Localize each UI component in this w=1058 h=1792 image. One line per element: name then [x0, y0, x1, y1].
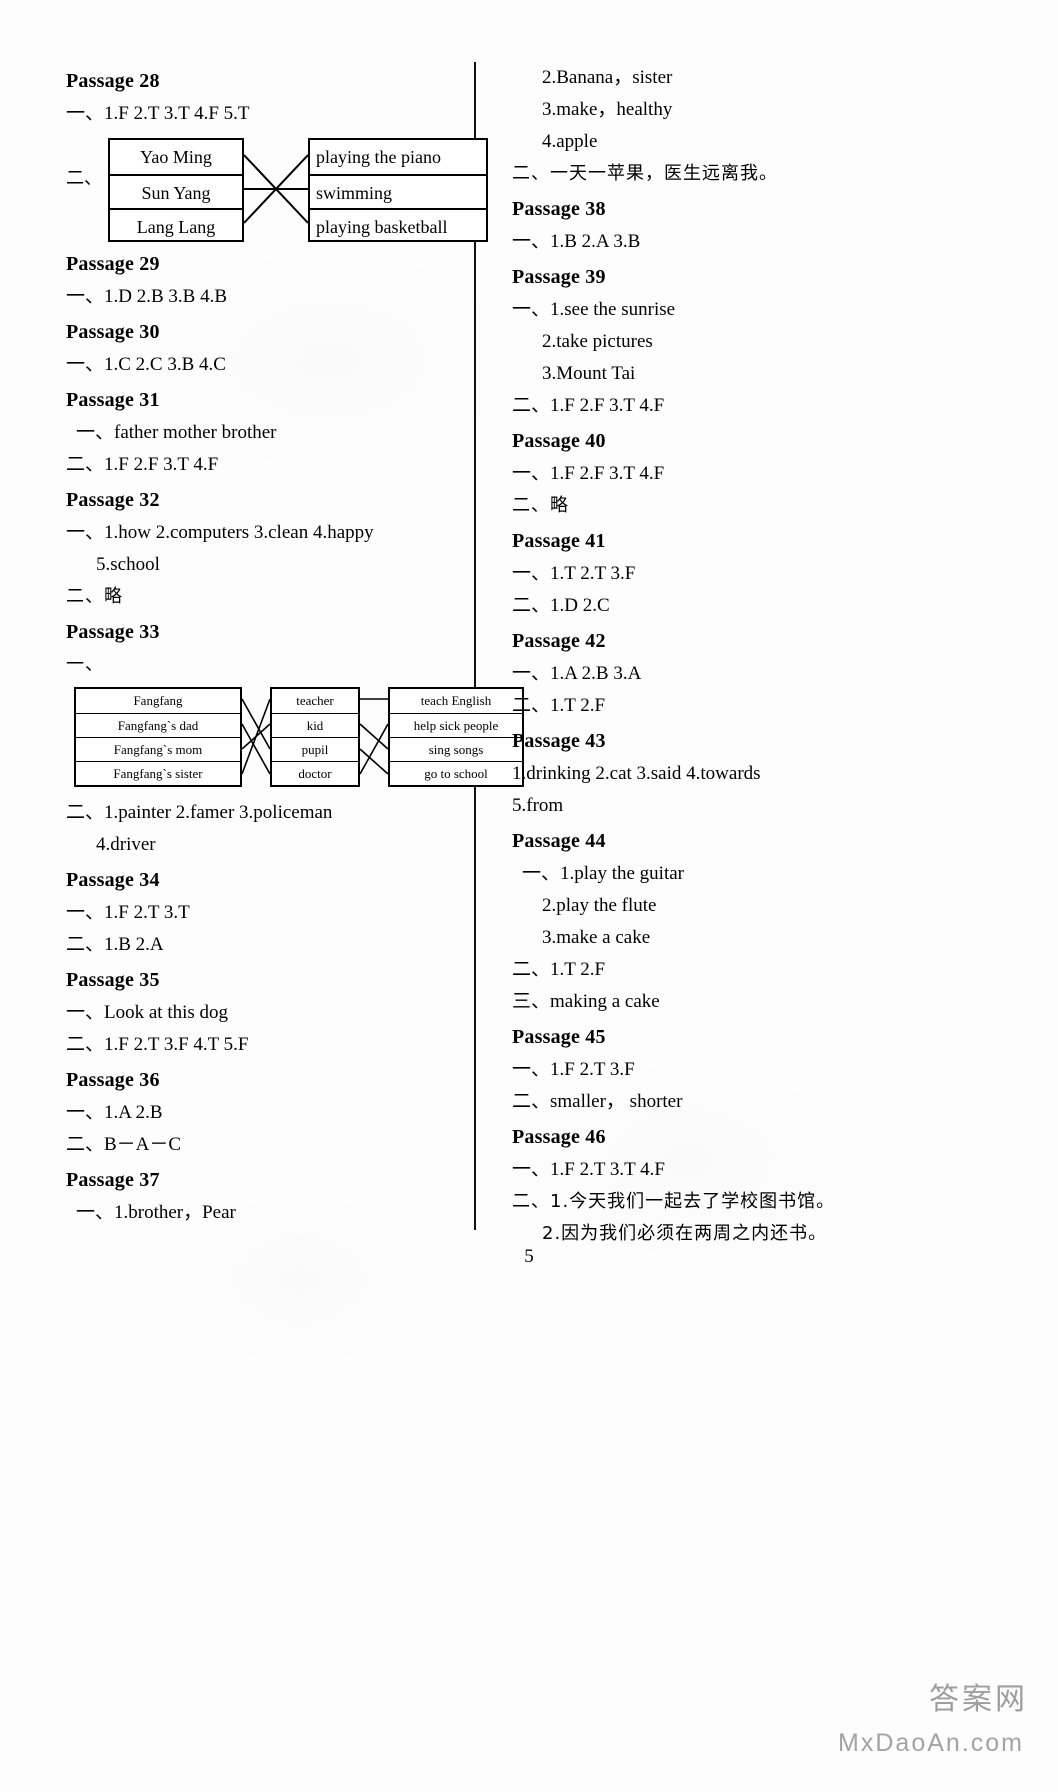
answer-line: 5.school [96, 554, 160, 575]
answer-line: 二、略 [66, 586, 123, 607]
matching-item: Sun Yang [110, 174, 242, 208]
passage-title: Passage 44 [512, 830, 606, 852]
answer-line: 一、1.F 2.T 3.F [512, 1059, 635, 1080]
watermark-latin: MxDaoAn.com [838, 1729, 1024, 1757]
matching-item: playing basketball [310, 208, 486, 242]
answer-line: 一、1.D 2.B 3.B 4.B [66, 286, 227, 307]
answer-line: 二、1.今天我们一起去了学校图书馆。 [512, 1191, 836, 1212]
matching-item: teacher [296, 693, 334, 708]
answer-line: 二、1.painter 2.famer 3.policeman [66, 802, 333, 823]
answer-line: 二、smaller， shorter [512, 1091, 683, 1112]
answer-line: 一、1.T 2.T 3.F [512, 563, 636, 584]
passage-title: Passage 35 [66, 969, 160, 991]
answer-line: 2.Banana，sister [542, 67, 673, 88]
answer-line: 3.make a cake [542, 927, 651, 948]
page-sheet: Passage 28 一、1.F 2.T 3.T 4.F 5.T 二、 Yao … [0, 0, 1058, 1792]
answer-line: 一、1.B 2.A 3.B [512, 231, 641, 252]
answer-line: 二、1.F 2.T 3.F 4.T 5.F [66, 1034, 249, 1055]
answer-line: 二、1.T 2.F [512, 959, 606, 980]
matching-item: pupil [272, 737, 358, 761]
matching-right-column: playing the piano swimming playing baske… [308, 138, 488, 242]
matching-column-one: Fangfang Fangfang`s dad Fangfang`s mom F… [74, 687, 242, 787]
answer-line: 1.drinking 2.cat 3.said 4.towards [512, 763, 761, 784]
matching-item: teach English [420, 693, 492, 708]
passage-title: Passage 32 [66, 489, 160, 511]
passage-title: Passage 38 [512, 198, 606, 220]
passage-title: Passage 42 [512, 630, 606, 652]
passage-title: Passage 29 [66, 253, 160, 275]
matching-diagram-label: 二、 [66, 168, 102, 189]
passage-title: Passage 40 [512, 430, 606, 452]
passage-title: Passage 36 [66, 1069, 160, 1091]
matching-item: Fangfang [133, 693, 183, 708]
matching-item: sing songs [390, 737, 522, 761]
matching-column-two: teacher kid pupil doctor [270, 687, 360, 787]
answer-line: 一、father mother brother [76, 422, 277, 443]
answer-line: 一、1.brother，Pear [76, 1202, 236, 1223]
passage-title: Passage 41 [512, 530, 606, 552]
answer-line: 一、1.see the sunrise [512, 299, 676, 320]
answer-line: 4.driver [96, 834, 156, 855]
matching-item: go to school [390, 761, 522, 785]
page-number: 5 [524, 1246, 534, 1267]
matching-item: Lang Lang [110, 208, 242, 242]
answer-line: 二、1.B 2.A [66, 934, 164, 955]
matching-connector-lines [244, 154, 308, 224]
answer-line: 一、1.A 2.B [66, 1102, 163, 1123]
matching-item: Fangfang`s mom [76, 737, 240, 761]
answer-line: 2.play the flute [542, 895, 657, 916]
answer-line: 一、1.F 2.F 3.T 4.F [512, 463, 665, 484]
passage-title: Passage 39 [512, 266, 606, 288]
answer-line: 一、1.F 2.T 3.T [66, 902, 190, 923]
answer-line: 一、1.F 2.T 3.T 4.F [512, 1159, 665, 1180]
answer-line: 一、 [66, 654, 104, 675]
answer-line: 二、B－A－C [66, 1134, 182, 1155]
answer-line: 3.Mount Tai [542, 363, 636, 384]
matching-item: doctor [272, 761, 358, 785]
watermark-cjk: 答案网 [929, 1682, 1028, 1717]
answer-line: 5.from [512, 795, 564, 816]
passage-title: Passage 33 [66, 621, 160, 643]
passage-title: Passage 45 [512, 1026, 606, 1048]
answer-line: 二、1.F 2.F 3.T 4.F [66, 454, 219, 475]
answer-line: 一、1.play the guitar [522, 863, 684, 884]
answer-line: 一、1.A 2.B 3.A [512, 663, 642, 684]
answer-line: 二、一天一苹果，医生远离我。 [512, 163, 778, 184]
matching-item: Fangfang`s dad [76, 713, 240, 737]
passage-title: Passage 34 [66, 869, 160, 891]
answer-line: 三、making a cake [512, 991, 660, 1012]
answer-line: 一、1.how 2.computers 3.clean 4.happy [66, 522, 374, 543]
passage-title: Passage 31 [66, 389, 160, 411]
answer-line: 一、1.F 2.T 3.T 4.F 5.T [66, 103, 250, 124]
passage-title: Passage 28 [66, 70, 160, 92]
matching-connector-lines-b [360, 698, 388, 775]
matching-connector-lines-a [242, 698, 270, 775]
answer-line: 2.take pictures [542, 331, 653, 352]
right-column: 2.Banana，sister 3.make，healthy 4.apple 二… [512, 62, 932, 1250]
answer-line: 一、Look at this dog [66, 1002, 229, 1023]
matching-item: Yao Ming [140, 147, 212, 167]
passage-title: Passage 30 [66, 321, 160, 343]
passage-title: Passage 43 [512, 730, 606, 752]
answer-line: 二、1.F 2.F 3.T 4.F [512, 395, 665, 416]
matching-item: Fangfang`s sister [76, 761, 240, 785]
matching-item: playing the piano [316, 147, 441, 167]
answer-line: 二、1.D 2.C [512, 595, 610, 616]
matching-item: help sick people [390, 713, 522, 737]
answer-line: 一、1.C 2.C 3.B 4.C [66, 354, 226, 375]
matching-left-column: Yao Ming Sun Yang Lang Lang [108, 138, 244, 242]
answer-line: 3.make，healthy [542, 99, 673, 120]
left-column: Passage 28 一、1.F 2.T 3.T 4.F 5.T 二、 Yao … [66, 62, 524, 1229]
matching-item: swimming [310, 174, 486, 208]
matching-column-three: teach English help sick people sing song… [388, 687, 524, 787]
answer-line: 4.apple [542, 131, 598, 152]
answer-line: 二、1.T 2.F [512, 695, 606, 716]
passage-title: Passage 37 [66, 1169, 160, 1191]
matching-diagram-passage33: Fangfang Fangfang`s dad Fangfang`s mom F… [66, 687, 524, 789]
matching-item: kid [272, 713, 358, 737]
matching-diagram-passage28: 二、 Yao Ming Sun Yang Lang Lang playing t… [66, 134, 488, 242]
content-columns: Passage 28 一、1.F 2.T 3.T 4.F 5.T 二、 Yao … [0, 0, 1058, 1260]
passage-title: Passage 46 [512, 1126, 606, 1148]
answer-line: 二、略 [512, 495, 569, 516]
